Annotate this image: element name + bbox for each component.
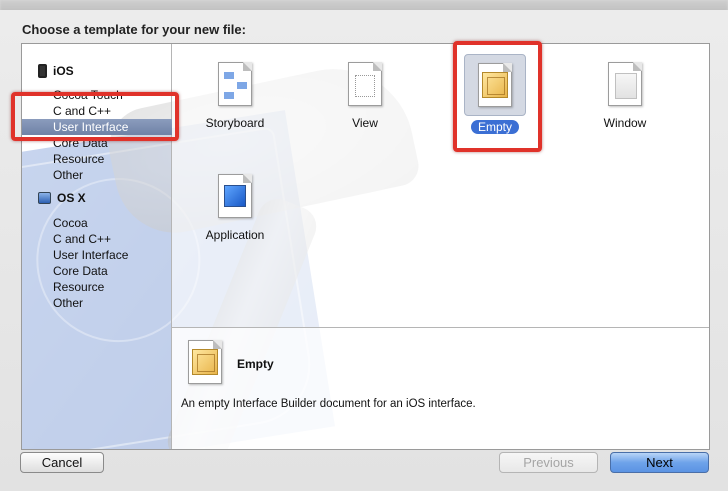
sidebar-item-core-data-osx[interactable]: Core Data bbox=[22, 263, 172, 279]
description-title: Empty bbox=[237, 357, 274, 371]
template-storyboard[interactable]: Storyboard bbox=[195, 54, 275, 130]
previous-button[interactable]: Previous bbox=[499, 452, 598, 473]
template-description: Empty An empty Interface Builder documen… bbox=[172, 327, 709, 449]
mac-icon bbox=[38, 192, 51, 204]
storyboard-icon bbox=[218, 62, 252, 106]
cancel-button[interactable]: Cancel bbox=[20, 452, 104, 473]
sidebar-item-c-and-cpp-osx[interactable]: C and C++ bbox=[22, 231, 172, 247]
description-text: An empty Interface Builder document for … bbox=[181, 398, 476, 410]
empty-cube-icon bbox=[188, 340, 222, 384]
sidebar-item-other[interactable]: Other bbox=[22, 167, 172, 183]
sidebar-item-user-interface-osx[interactable]: User Interface bbox=[22, 247, 172, 263]
sidebar-item-resource-osx[interactable]: Resource bbox=[22, 279, 172, 295]
template-application[interactable]: Application bbox=[195, 166, 275, 242]
platform-osx: OS X bbox=[22, 189, 172, 207]
window-icon bbox=[608, 62, 642, 106]
dialog-heading: Choose a template for your new file: bbox=[22, 22, 246, 37]
template-window[interactable]: Window bbox=[585, 54, 665, 130]
template-view[interactable]: View bbox=[325, 54, 405, 130]
sidebar-item-cocoa[interactable]: Cocoa bbox=[22, 215, 172, 231]
view-icon bbox=[348, 62, 382, 106]
iphone-icon bbox=[38, 64, 47, 78]
new-file-sheet: Choose a template for your new file: iOS… bbox=[0, 10, 728, 491]
sidebar-item-resource[interactable]: Resource bbox=[22, 151, 172, 167]
application-icon bbox=[218, 174, 252, 218]
highlight-user-interface bbox=[11, 92, 179, 141]
highlight-empty-template bbox=[453, 41, 542, 152]
next-button[interactable]: Next bbox=[610, 452, 709, 473]
sidebar-item-other-osx[interactable]: Other bbox=[22, 295, 172, 311]
platform-ios: iOS bbox=[22, 62, 172, 80]
